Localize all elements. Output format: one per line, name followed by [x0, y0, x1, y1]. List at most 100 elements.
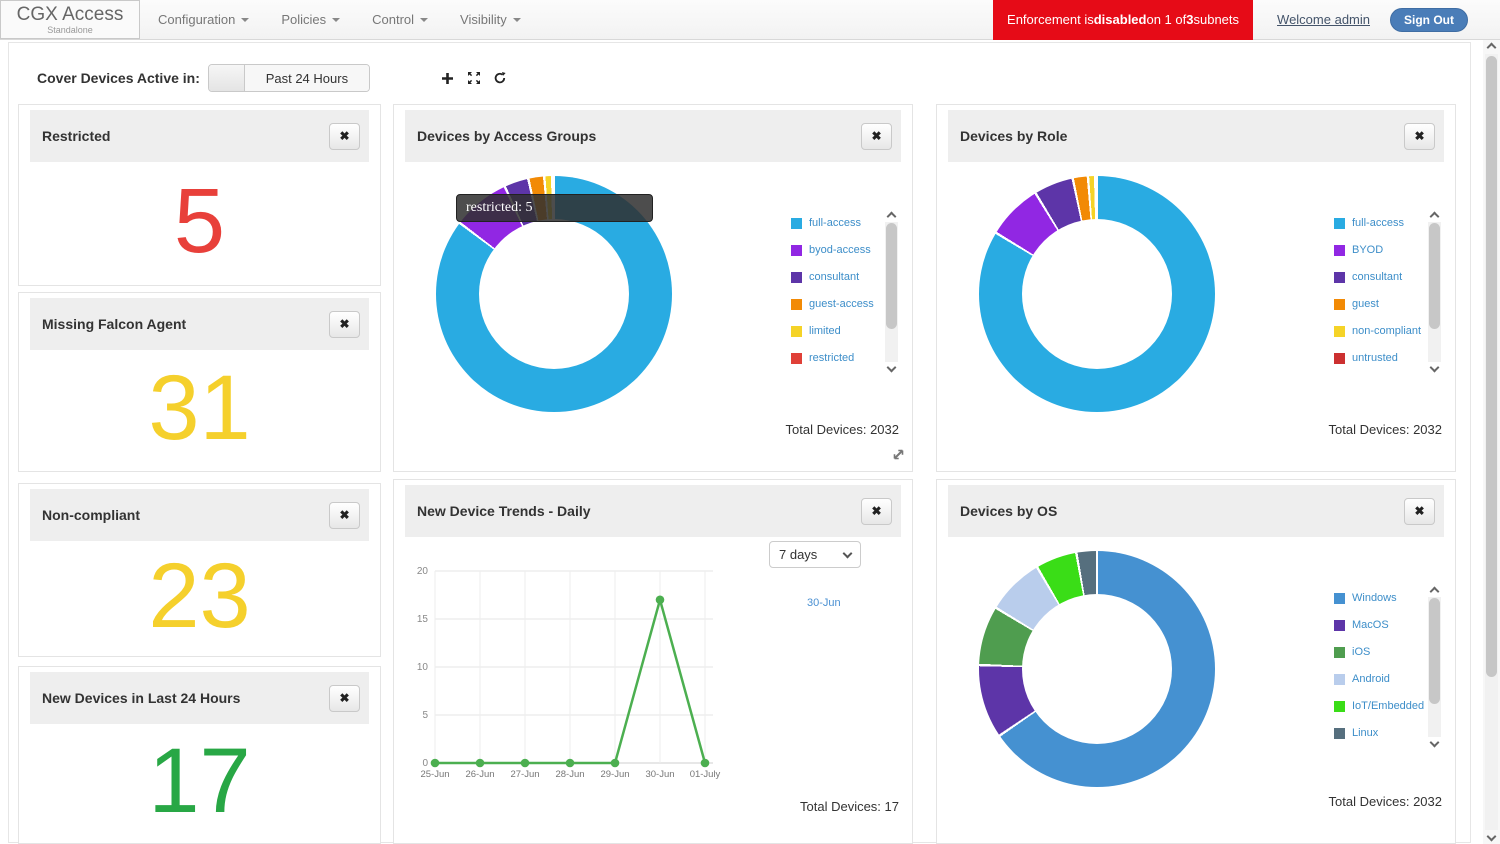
scroll-up-icon[interactable]	[887, 212, 897, 222]
range-select[interactable]: 7 days	[769, 541, 861, 568]
total-devices-label: Total Devices: 2032	[1329, 794, 1442, 809]
legend-label: non-compliant	[1352, 325, 1421, 337]
navbar: CGX Access Standalone Configuration Poli…	[0, 0, 1500, 40]
scrollbar-track[interactable]	[885, 222, 898, 362]
total-devices-label: Total Devices: 17	[800, 799, 899, 814]
scrollbar-track[interactable]	[1485, 54, 1498, 830]
legend-item[interactable]: consultant	[791, 271, 879, 283]
scroll-down-icon[interactable]	[887, 363, 897, 373]
scroll-up-icon[interactable]	[1430, 212, 1440, 222]
trends-line-chart[interactable]: 0510152025-Jun26-Jun27-Jun28-Jun29-Jun30…	[407, 559, 721, 798]
refresh-icon[interactable]	[492, 70, 508, 86]
resize-handle[interactable]	[891, 447, 906, 467]
legend-item[interactable]: restricted	[791, 352, 879, 364]
legend-swatch	[1334, 353, 1345, 364]
chevron-down-icon	[420, 18, 428, 22]
legend-item[interactable]: Linux	[1334, 727, 1422, 739]
close-widget-button[interactable]: ✖	[329, 502, 360, 529]
widget-devices-by-role: Devices by Role ✖ full-access BYOD consult…	[936, 104, 1456, 472]
legend-item[interactable]: iOS	[1334, 646, 1422, 658]
sign-out-button[interactable]: Sign Out	[1390, 8, 1468, 32]
scroll-down-icon[interactable]	[1487, 832, 1497, 842]
navbar-right: Enforcement is disabled on 1 of 3 subnet…	[993, 0, 1500, 40]
scrollbar-thumb[interactable]	[1429, 598, 1440, 704]
add-widget-icon[interactable]	[440, 70, 456, 86]
nav-menu-policies[interactable]: Policies	[281, 12, 340, 27]
close-icon: ✖	[1414, 504, 1424, 518]
legend-item[interactable]: MacOS	[1334, 619, 1422, 631]
legend-item[interactable]: guest	[1334, 298, 1422, 310]
banner-text-bold: 3	[1186, 12, 1193, 27]
svg-text:25-Jun: 25-Jun	[420, 769, 449, 780]
legend-label: Android	[1352, 673, 1390, 685]
legend-item[interactable]: consultant	[1334, 271, 1422, 283]
legend-item[interactable]: untrusted	[1334, 352, 1422, 364]
banner-text: subnets	[1193, 12, 1239, 27]
widget-title: Devices by Role	[960, 128, 1067, 144]
close-widget-button[interactable]: ✖	[1404, 498, 1435, 525]
scroll-up-icon[interactable]	[1430, 587, 1440, 597]
widget-body: 5	[30, 162, 369, 280]
toggle-knob[interactable]	[209, 65, 245, 91]
close-icon: ✖	[339, 129, 349, 143]
app-logo-title: CGX Access	[17, 5, 124, 25]
close-widget-button[interactable]: ✖	[861, 123, 892, 150]
scroll-up-icon[interactable]	[1487, 43, 1497, 53]
legend-swatch	[1334, 218, 1345, 229]
close-widget-button[interactable]: ✖	[861, 498, 892, 525]
close-icon: ✖	[871, 129, 881, 143]
welcome-admin-link[interactable]: Welcome admin	[1277, 12, 1370, 27]
legend-item[interactable]: non-compliant	[1334, 325, 1422, 337]
scrollbar-track[interactable]	[1428, 597, 1441, 737]
os-donut-chart[interactable]	[979, 551, 1215, 787]
nav-menu-label: Policies	[281, 12, 326, 27]
time-range-toggle[interactable]: Past 24 Hours	[208, 64, 370, 92]
legend-swatch	[791, 218, 802, 229]
legend-item[interactable]: byod-access	[791, 244, 879, 256]
app-logo[interactable]: CGX Access Standalone	[0, 0, 140, 39]
legend-item[interactable]: guest-access	[791, 298, 879, 310]
legend-item[interactable]: Windows	[1334, 592, 1422, 604]
svg-text:5: 5	[422, 710, 428, 721]
legend-item[interactable]: full-access	[1334, 217, 1422, 229]
widget-new-devices-24h: New Devices in Last 24 Hours ✖ 17	[18, 666, 381, 844]
widget-header: Devices by OS ✖	[948, 485, 1444, 537]
legend-item[interactable]: limited	[791, 325, 879, 337]
svg-text:10: 10	[417, 662, 429, 673]
legend-label: Windows	[1352, 592, 1397, 604]
expand-icon[interactable]	[466, 70, 482, 86]
legend-swatch	[1334, 728, 1345, 739]
role-donut-chart[interactable]	[979, 176, 1215, 412]
legend-item[interactable]: BYOD	[1334, 244, 1422, 256]
nav-menu-visibility[interactable]: Visibility	[460, 12, 521, 27]
close-widget-button[interactable]: ✖	[329, 123, 360, 150]
nav-menu-label: Control	[372, 12, 414, 27]
legend-swatch	[1334, 647, 1345, 658]
scrollbar-thumb[interactable]	[1429, 223, 1440, 329]
widget-non-compliant: Non-compliant ✖ 23	[18, 483, 381, 657]
scrollbar-thumb[interactable]	[886, 223, 897, 329]
legend-item[interactable]: Android	[1334, 673, 1422, 685]
nav-menu-configuration[interactable]: Configuration	[158, 12, 249, 27]
trends-legend-item[interactable]: 30-Jun	[807, 597, 841, 609]
widget-title: Devices by OS	[960, 503, 1057, 519]
close-widget-button[interactable]: ✖	[329, 311, 360, 338]
legend-swatch	[1334, 620, 1345, 631]
time-range-value: Past 24 Hours	[245, 65, 369, 91]
svg-text:15: 15	[417, 614, 429, 625]
total-devices-label: Total Devices: 2032	[786, 422, 899, 437]
chevron-down-icon	[241, 18, 249, 22]
legend-item[interactable]: IoT/Embedded	[1334, 700, 1422, 712]
widget-title: Non-compliant	[42, 507, 140, 523]
widget-title: New Device Trends - Daily	[417, 503, 591, 519]
nav-menu-control[interactable]: Control	[372, 12, 428, 27]
scrollbar-track[interactable]	[1428, 222, 1441, 362]
legend-item[interactable]: full-access	[791, 217, 879, 229]
widget-header: Missing Falcon Agent ✖	[30, 298, 369, 350]
close-widget-button[interactable]: ✖	[1404, 123, 1435, 150]
close-widget-button[interactable]: ✖	[329, 685, 360, 712]
scroll-down-icon[interactable]	[1430, 738, 1440, 748]
legend-label: Linux	[1352, 727, 1378, 739]
scrollbar-thumb[interactable]	[1486, 56, 1497, 677]
scroll-down-icon[interactable]	[1430, 363, 1440, 373]
